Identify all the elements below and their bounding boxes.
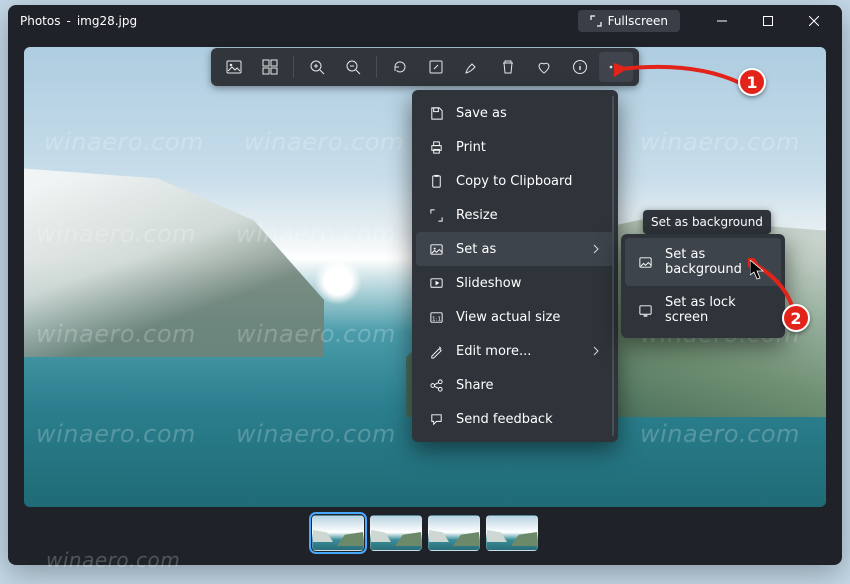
callout-2: 2 — [782, 304, 810, 332]
save-icon — [428, 105, 444, 121]
menu-label: Send feedback — [456, 412, 553, 427]
thumbnail-0[interactable] — [312, 515, 364, 551]
menu-slideshow[interactable]: Slideshow — [416, 266, 614, 300]
maximize-button[interactable] — [746, 6, 790, 36]
filmstrip — [312, 515, 538, 551]
menu-label: Share — [456, 378, 494, 393]
menu-label: Print — [456, 140, 486, 155]
svg-text:1:1: 1:1 — [431, 316, 440, 322]
print-icon — [428, 139, 444, 155]
submenu-label: Set as lock screen — [665, 295, 769, 325]
menu-actual-size[interactable]: 1:1 View actual size — [416, 300, 614, 334]
context-menu: Save as Print Copy to Clipboard Resize S… — [412, 90, 618, 442]
fullscreen-label: Fullscreen — [608, 14, 668, 28]
setas-icon — [428, 241, 444, 257]
more-icon[interactable] — [599, 52, 633, 82]
crop-icon[interactable] — [253, 52, 287, 82]
menu-label: Copy to Clipboard — [456, 174, 572, 189]
toolbar — [211, 48, 639, 86]
menu-label: Set as — [456, 242, 496, 257]
menu-share[interactable]: Share — [416, 368, 614, 402]
info-icon[interactable] — [563, 52, 597, 82]
feedback-icon — [428, 411, 444, 427]
menu-label: View actual size — [456, 310, 560, 325]
zoom-in-icon[interactable] — [300, 52, 334, 82]
menu-set-as[interactable]: Set as — [416, 232, 614, 266]
menu-resize[interactable]: Resize — [416, 198, 614, 232]
set-as-submenu: Set as background Set as lock screen — [621, 234, 785, 338]
menu-label: Edit more... — [456, 344, 531, 359]
menu-label: Save as — [456, 106, 507, 121]
file-name: img28.jpg — [77, 14, 137, 28]
editmore-icon — [428, 343, 444, 359]
menu-save-as[interactable]: Save as — [416, 96, 614, 130]
minimize-button[interactable] — [700, 6, 744, 36]
thumbnail-2[interactable] — [428, 515, 480, 551]
thumbnail-1[interactable] — [370, 515, 422, 551]
fullscreen-button[interactable]: Fullscreen — [578, 10, 680, 32]
cursor-icon — [750, 260, 764, 280]
submenu-set-lockscreen[interactable]: Set as lock screen — [625, 286, 781, 334]
menu-edit-more[interactable]: Edit more... — [416, 334, 614, 368]
edit-icon[interactable] — [419, 52, 453, 82]
chevron-right-icon — [592, 346, 600, 356]
menu-copy-clipboard[interactable]: Copy to Clipboard — [416, 164, 614, 198]
zoom-out-icon[interactable] — [336, 52, 370, 82]
image-icon[interactable] — [217, 52, 251, 82]
titlebar: Photos - img28.jpg Fullscreen — [8, 5, 842, 37]
chevron-right-icon — [592, 244, 600, 254]
resize-icon — [428, 207, 444, 223]
menu-label: Slideshow — [456, 276, 521, 291]
thumbnail-3[interactable] — [486, 515, 538, 551]
rotate-icon[interactable] — [383, 52, 417, 82]
close-button[interactable] — [792, 6, 836, 36]
tooltip: Set as background — [643, 210, 771, 234]
callout-1: 1 — [738, 68, 766, 96]
menu-print[interactable]: Print — [416, 130, 614, 164]
menu-label: Resize — [456, 208, 498, 223]
favorite-icon[interactable] — [527, 52, 561, 82]
lockscreen-icon — [637, 302, 653, 318]
background-icon — [637, 254, 653, 270]
draw-icon[interactable] — [455, 52, 489, 82]
app-name: Photos — [20, 14, 60, 28]
clipboard-icon — [428, 173, 444, 189]
delete-icon[interactable] — [491, 52, 525, 82]
menu-feedback[interactable]: Send feedback — [416, 402, 614, 436]
share-icon — [428, 377, 444, 393]
actualsize-icon: 1:1 — [428, 309, 444, 325]
slideshow-icon — [428, 275, 444, 291]
